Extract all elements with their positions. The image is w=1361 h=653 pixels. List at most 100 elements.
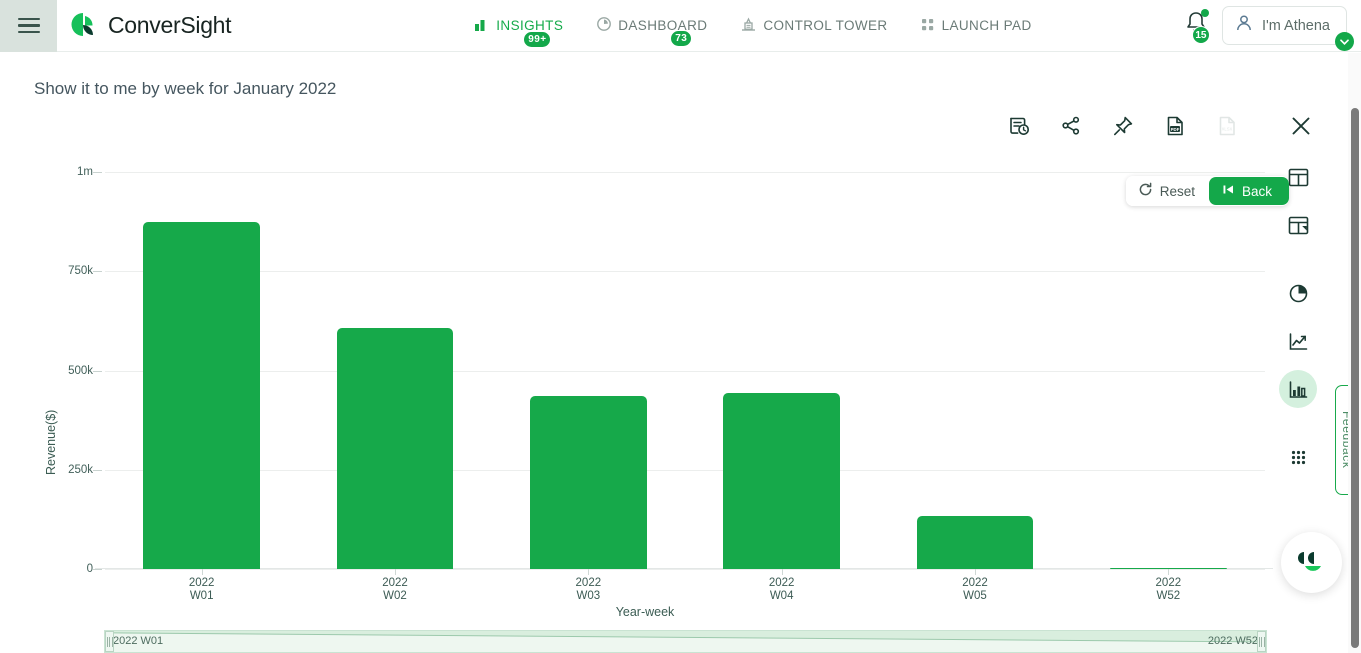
reset-label: Reset <box>1159 183 1195 199</box>
bar[interactable] <box>529 395 647 569</box>
x-axis-tick-label-line: W03 <box>576 590 601 603</box>
x-axis-tick-label: 2022 W01 <box>189 577 215 603</box>
history-icon[interactable] <box>1003 110 1035 142</box>
skip-back-icon <box>1222 183 1235 199</box>
y-axis-tick-label: 750k <box>68 265 93 278</box>
grid-dots-icon <box>921 18 935 34</box>
x-axis-tick-label-line: 2022 <box>768 577 795 589</box>
bar[interactable] <box>143 222 261 569</box>
nav-item-launch-pad[interactable]: LAUNCH PAD <box>921 18 1032 34</box>
hamburger-menu-button[interactable] <box>0 0 57 52</box>
y-axis-tick-mark <box>93 569 102 570</box>
x-axis-tick-label: 2022 W52 <box>1156 577 1182 603</box>
x-axis-tick-label-line: W05 <box>963 590 987 603</box>
nav-label-launch-pad: LAUNCH PAD <box>941 18 1032 33</box>
export-pdf-icon[interactable]: PDF <box>1159 110 1191 142</box>
gridline <box>105 469 1265 471</box>
brand[interactable]: ConverSight <box>69 11 232 41</box>
notification-dot <box>1200 9 1209 17</box>
app-header: ConverSight INSIGHTS 99+ DASHBOARD 73 CO… <box>0 0 1361 52</box>
svg-text:PDF: PDF <box>1171 127 1180 132</box>
x-axis-tick-label-line: W01 <box>189 590 214 603</box>
header-right: 15 I'm Athena <box>1184 6 1354 51</box>
refresh-icon <box>1138 182 1153 200</box>
nav-badge-insights: 99+ <box>523 30 552 48</box>
range-handle-left[interactable] <box>105 631 114 652</box>
brand-name: ConverSight <box>108 12 232 38</box>
x-axis-tick-label-line: 2022 <box>1155 577 1182 589</box>
x-axis-tick-mark <box>1168 569 1170 575</box>
user-name-label: I'm Athena <box>1261 17 1330 34</box>
back-button[interactable]: Back <box>1208 177 1289 205</box>
svg-text:XLSX: XLSX <box>1222 127 1233 132</box>
gridline <box>105 569 1265 570</box>
y-axis-tick-mark <box>93 370 102 372</box>
chart-controls: Reset Back <box>1125 176 1289 206</box>
notification-count-badge: 15 <box>1191 26 1210 44</box>
bar-chart: Revenue($) 0 250k 500k 750k 1m 2022 W01 2022 W02… <box>0 150 1290 630</box>
scrollbar-track[interactable] <box>1348 53 1361 653</box>
hamburger-icon <box>17 14 40 38</box>
x-axis-tick-mark <box>781 569 783 575</box>
y-axis-tick-label: 250k <box>68 463 93 476</box>
chevron-down-icon[interactable] <box>1335 32 1354 51</box>
y-axis-title: Revenue($) <box>44 409 58 475</box>
y-axis-tick-label: 1m <box>77 166 93 178</box>
x-axis-tick-label: 2022 W03 <box>576 577 602 603</box>
result-toolbar: PDF XLSX <box>1003 110 1317 142</box>
gauge-icon <box>597 17 612 34</box>
control-tower-icon <box>741 17 756 34</box>
x-axis-tick-label: 2022 W05 <box>962 577 988 603</box>
y-axis-tick-label: 500k <box>68 364 93 377</box>
x-axis-tick-label-line: 2022 <box>382 577 408 589</box>
x-axis-tick-label: 2022 W02 <box>382 577 408 603</box>
gridline <box>105 370 1265 372</box>
x-axis-tick-label-line: 2022 <box>575 577 602 589</box>
y-axis-tick-mark <box>93 469 102 471</box>
y-axis-tick-mark <box>93 172 102 173</box>
nav-item-control-tower[interactable]: CONTROL TOWER <box>741 17 887 34</box>
x-axis-title: Year-week <box>615 605 675 619</box>
conversight-logo-icon <box>69 11 99 41</box>
x-axis-tick-label-line: W02 <box>383 590 407 603</box>
time-range-slider[interactable]: 2022 W01 2022 W52 <box>104 630 1267 653</box>
nav-badge-dashboard: 73 <box>670 30 693 47</box>
gridline <box>105 172 1265 173</box>
pin-icon[interactable] <box>1107 110 1139 142</box>
plot-area[interactable]: 0 250k 500k 750k 1m 2022 W01 2022 W02 2022 W03 2022… <box>68 166 1273 602</box>
athena-assistant-icon <box>1292 540 1332 585</box>
range-start-label: 2022 W01 <box>113 635 164 647</box>
x-axis-tick-mark <box>395 569 396 575</box>
nav-item-dashboard[interactable]: DASHBOARD 73 <box>597 17 708 47</box>
x-axis-tick-mark <box>975 569 976 575</box>
nav-label-dashboard: DASHBOARD <box>618 18 708 33</box>
range-handle-right[interactable] <box>1257 631 1266 652</box>
close-icon[interactable] <box>1285 110 1317 142</box>
x-axis-tick-label-line: W52 <box>1156 590 1181 603</box>
x-axis-line <box>95 567 1273 569</box>
x-axis-tick-label-line: 2022 <box>962 577 988 589</box>
share-icon[interactable] <box>1055 110 1087 142</box>
bar[interactable] <box>723 393 841 569</box>
notifications-button[interactable]: 15 <box>1184 9 1210 44</box>
x-axis-tick-label: 2022 W04 <box>769 577 795 603</box>
reset-button[interactable]: Reset <box>1125 176 1209 206</box>
athena-assistant-button[interactable] <box>1281 532 1342 593</box>
x-axis-tick-label-line: 2022 <box>188 577 215 589</box>
export-xlsx-icon: XLSX <box>1211 110 1243 142</box>
user-icon <box>1235 14 1253 37</box>
main-nav: INSIGHTS 99+ DASHBOARD 73 CONTROL TOWER … <box>475 17 1032 48</box>
user-menu-button[interactable]: I'm Athena <box>1221 6 1354 51</box>
x-axis-tick-mark <box>588 569 590 575</box>
page-title: Show it to me by week for January 2022 <box>34 79 337 98</box>
back-label: Back <box>1241 183 1272 199</box>
bar[interactable] <box>336 328 454 569</box>
range-end-label: 2022 W52 <box>1207 635 1258 647</box>
bar-chart-icon <box>475 18 489 34</box>
x-axis-tick-mark <box>201 569 203 575</box>
scrollbar-thumb[interactable] <box>1351 108 1359 648</box>
bar[interactable] <box>916 516 1034 569</box>
x-axis-tick-label-line: W04 <box>769 590 794 603</box>
nav-label-control-tower: CONTROL TOWER <box>763 18 888 33</box>
nav-item-insights[interactable]: INSIGHTS 99+ <box>475 18 563 48</box>
